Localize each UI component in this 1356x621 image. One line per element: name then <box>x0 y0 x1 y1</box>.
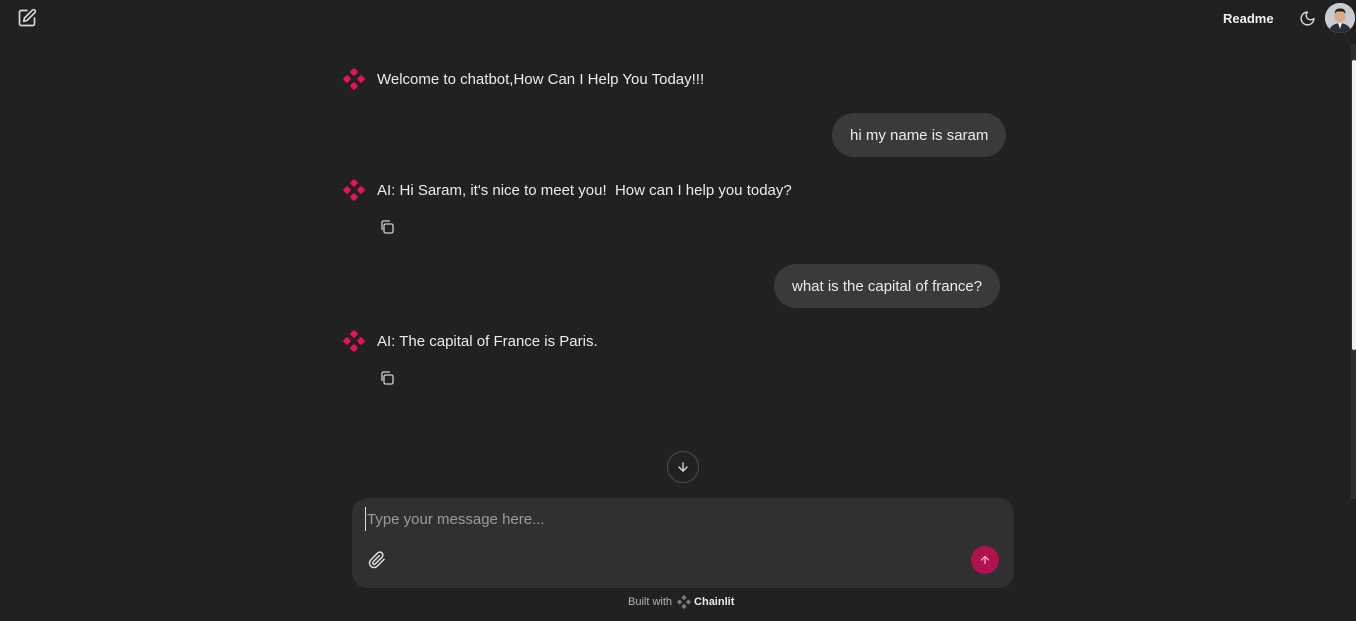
arrow-down-icon <box>678 462 688 472</box>
user-avatar[interactable] <box>1325 3 1355 33</box>
chainlit-small-logo-icon <box>677 595 691 609</box>
assistant-message: AI: Hi Saram, it's nice to meet you! How… <box>343 179 792 201</box>
built-with-label: Built with <box>628 596 673 608</box>
assistant-message: Welcome to chatbot,How Can I Help You To… <box>343 68 705 90</box>
attach-file-button[interactable] <box>366 549 388 571</box>
moon-icon <box>1299 10 1315 26</box>
edit-icon <box>18 8 37 27</box>
readme-button[interactable]: Readme <box>1214 7 1283 29</box>
theme-toggle-button[interactable] <box>1295 6 1319 30</box>
assistant-message-text: AI: The capital of France is Paris. <box>377 333 598 350</box>
avatar-image <box>1325 3 1355 33</box>
copy-icon[interactable] <box>379 219 395 235</box>
chainlit-brand-label: Chainlit <box>694 596 735 608</box>
assistant-message: AI: The capital of France is Paris. <box>343 330 598 352</box>
user-message: hi my name is saram <box>832 113 1007 157</box>
assistant-message-text: Welcome to chatbot,How Can I Help You To… <box>377 71 705 88</box>
message-composer <box>352 498 1014 588</box>
chainlit-logo-icon <box>343 179 365 201</box>
scrollbar-thumb[interactable] <box>1352 60 1356 350</box>
scroll-to-bottom-button[interactable] <box>667 451 699 483</box>
paperclip-icon <box>368 551 385 569</box>
user-message: what is the capital of france? <box>774 264 1001 308</box>
assistant-message-text: AI: Hi Saram, it's nice to meet you! How… <box>377 182 792 199</box>
built-with-footer[interactable]: Built with Chainlit <box>628 592 734 612</box>
message-input[interactable] <box>365 507 965 531</box>
new-chat-button[interactable] <box>14 5 40 31</box>
copy-icon[interactable] <box>379 370 395 386</box>
arrow-up-icon <box>980 555 990 565</box>
chainlit-logo-icon <box>343 330 365 352</box>
chainlit-logo-icon <box>343 68 365 90</box>
send-button[interactable] <box>971 546 999 574</box>
